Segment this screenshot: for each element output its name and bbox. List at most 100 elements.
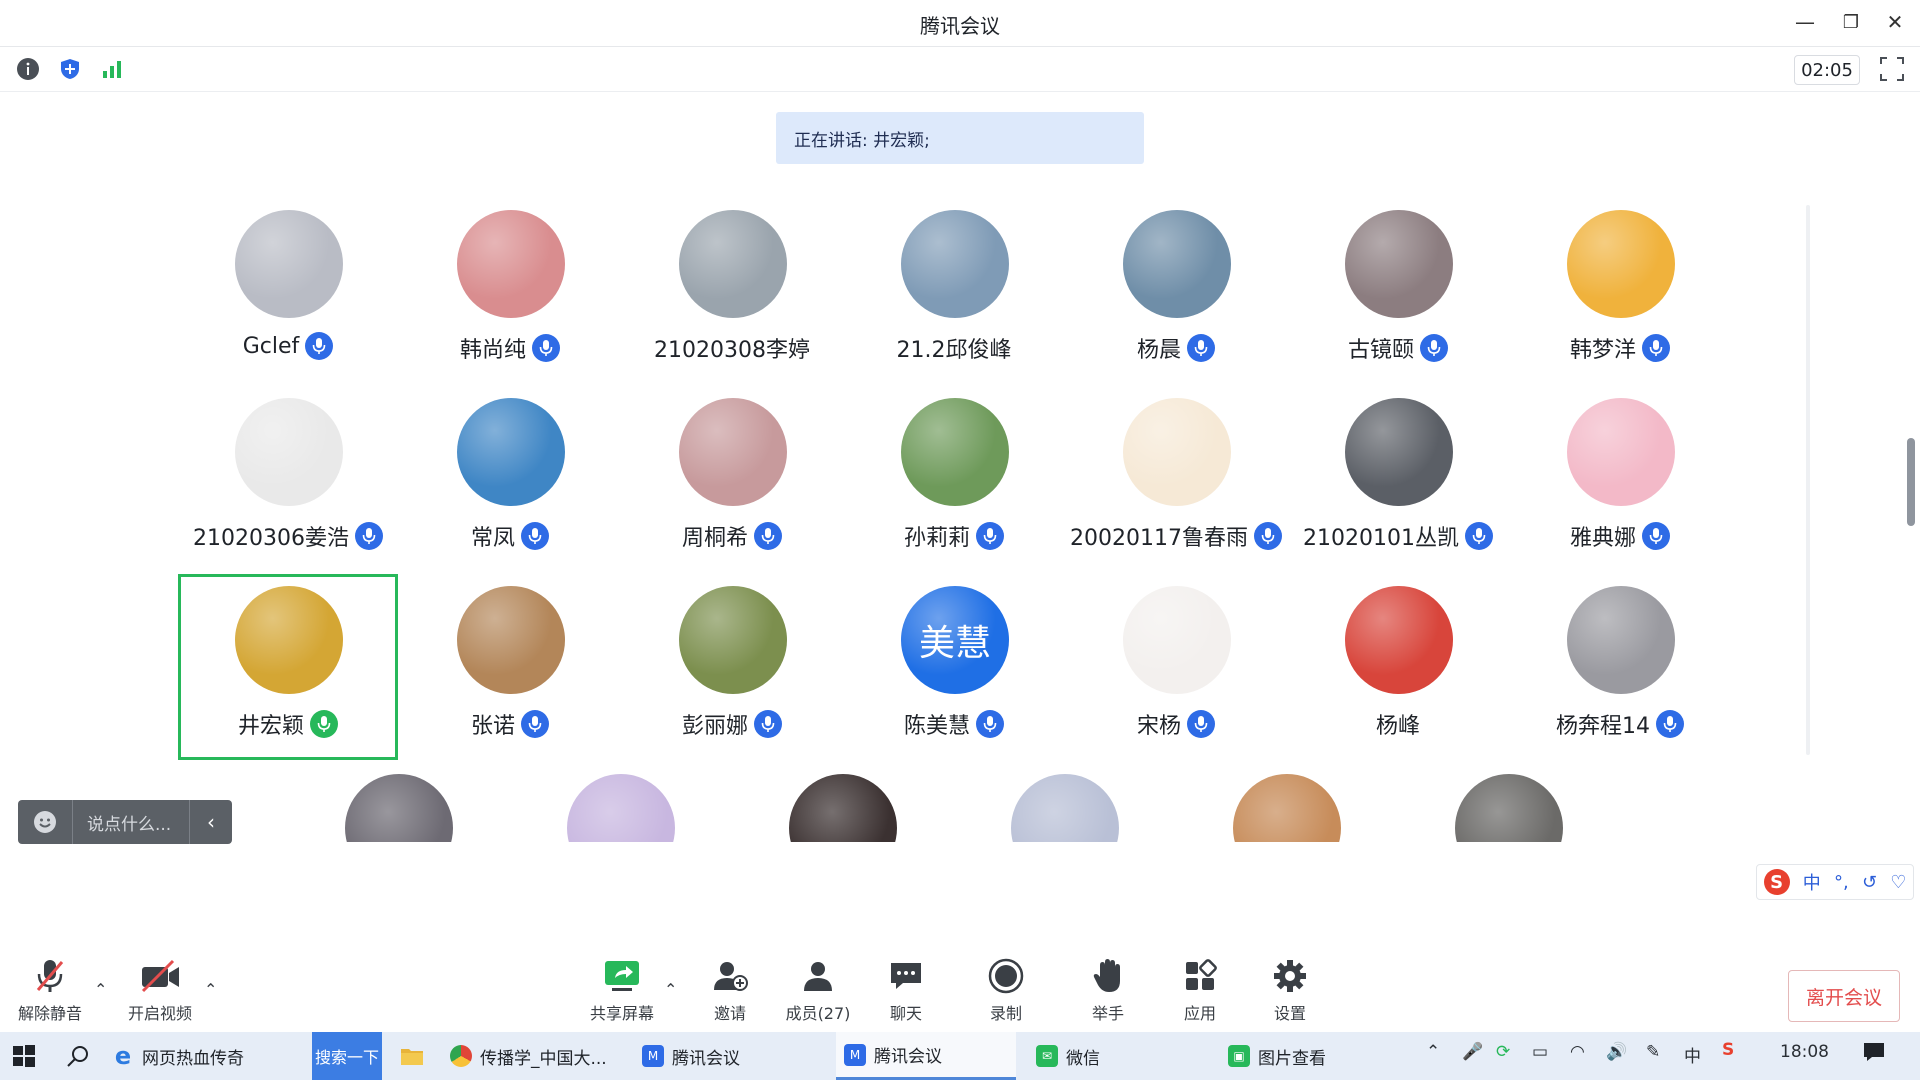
tray-wifi-icon[interactable]: ◠	[1570, 1042, 1585, 1062]
participant-tile[interactable]: 杨奔程14	[1510, 586, 1730, 772]
participant-tile[interactable]: 杨峰	[1288, 586, 1508, 772]
invite-button[interactable]: 邀请	[680, 954, 780, 1024]
taskbar-search-button[interactable]: 搜索一下	[312, 1032, 382, 1080]
ime-punctuation-toggle[interactable]: °,	[1834, 872, 1849, 893]
taskbar-item-tencent-meeting-2[interactable]: M 腾讯会议	[836, 1032, 1016, 1080]
taskbar-item-tencent-meeting-1[interactable]: M 腾讯会议	[642, 1032, 822, 1080]
members-button[interactable]: 成员(27)	[768, 954, 868, 1024]
tray-pen-icon[interactable]: ✎	[1646, 1042, 1660, 1062]
ime-lang-toggle[interactable]: 中	[1803, 869, 1821, 895]
participant-avatar	[1567, 210, 1675, 318]
tray-mic-icon[interactable]: 🎤	[1462, 1042, 1483, 1062]
participant-tile[interactable]: 古镜颐	[1288, 210, 1508, 396]
chat-input-bar[interactable]: 说点什么... ‹	[18, 800, 232, 844]
participant-tile[interactable]: 20020117鲁春雨	[1066, 398, 1286, 584]
participant-name: 孙莉莉	[903, 526, 970, 551]
participant-name-row: 孙莉莉	[844, 520, 1064, 552]
notification-center-icon[interactable]	[1862, 1040, 1886, 1069]
mic-muted-icon	[32, 954, 68, 998]
participant-tile[interactable]: 杨晨	[1066, 210, 1286, 396]
participant-name: 21020101丛凯	[1303, 526, 1459, 551]
unmute-button[interactable]: 解除静音	[0, 954, 100, 1024]
mic-status-icon	[754, 710, 782, 738]
taskbar-meeting-label-1: 腾讯会议	[672, 1048, 740, 1069]
tray-sogou-icon[interactable]: S	[1722, 1040, 1734, 1060]
start-video-button[interactable]: 开启视频	[110, 954, 210, 1024]
taskbar-item-browser[interactable]: e 网页热血传奇	[112, 1032, 308, 1080]
ime-toolbar[interactable]: S 中 °, ↺ ♡	[1756, 864, 1914, 900]
members-label: 成员(27)	[785, 1004, 851, 1023]
taskbar-item-wechat[interactable]: ✉ 微信	[1036, 1032, 1216, 1080]
ime-undo-icon[interactable]: ↺	[1862, 872, 1877, 893]
participant-tile[interactable]: 21020101丛凯	[1288, 398, 1508, 584]
mic-status-icon	[310, 710, 338, 738]
participant-avatar	[679, 586, 787, 694]
participant-tile[interactable]: Gclef	[178, 210, 398, 396]
mic-status-icon	[976, 710, 1004, 738]
close-button[interactable]: ✕	[1878, 8, 1912, 36]
tray-ime-icon[interactable]: 中	[1684, 1042, 1701, 1067]
mic-status-icon	[1642, 522, 1670, 550]
participant-tile[interactable]: 孙莉莉	[844, 398, 1064, 584]
participant-tile[interactable]: 彭丽娜	[622, 586, 842, 772]
mic-status-icon	[305, 332, 334, 360]
taskbar-item-image-viewer[interactable]: ▣ 图片查看	[1228, 1032, 1408, 1080]
participant-tile[interactable]: 张诺	[400, 586, 620, 772]
emoji-icon[interactable]	[18, 800, 73, 844]
tray-battery-icon[interactable]: ▭	[1532, 1042, 1548, 1062]
grid-scroll-track	[1806, 205, 1810, 755]
participant-tile[interactable]: 周桐希	[622, 398, 842, 584]
participant-tile[interactable]: 美慧 陈美慧	[844, 586, 1064, 772]
collapse-chat-button[interactable]: ‹	[189, 800, 232, 844]
vertical-scrollbar[interactable]	[1907, 438, 1915, 526]
tray-chevron-up-icon[interactable]: ⌃	[1426, 1042, 1440, 1062]
participant-avatar	[901, 210, 1009, 318]
participant-tile[interactable]: 常凤	[400, 398, 620, 584]
security-shield-icon[interactable]	[56, 55, 84, 83]
minimize-button[interactable]: —	[1788, 8, 1822, 36]
taskbar-clock: 18:08	[1780, 1042, 1829, 1062]
search-icon[interactable]	[66, 1032, 90, 1080]
share-screen-button[interactable]: 共享屏幕	[572, 954, 672, 1024]
taskbar-meeting-label-2: 腾讯会议	[874, 1047, 942, 1067]
participant-tile[interactable]: 韩梦洋	[1510, 210, 1730, 396]
windows-start-icon[interactable]	[12, 1032, 36, 1080]
video-options-chevron-icon[interactable]: ⌃	[204, 980, 217, 999]
fullscreen-icon[interactable]	[1878, 55, 1906, 83]
audio-options-chevron-icon[interactable]: ⌃	[94, 980, 107, 999]
signal-bars-icon[interactable]	[98, 55, 126, 83]
window-title: 腾讯会议	[920, 14, 1000, 38]
participant-tile[interactable]: 井宏颖	[178, 574, 398, 760]
raise-hand-button[interactable]: 举手	[1058, 954, 1158, 1024]
participant-tile[interactable]: 宋杨	[1066, 586, 1286, 772]
participant-name: 韩梦洋	[1569, 338, 1636, 363]
apps-button[interactable]: 应用	[1150, 954, 1250, 1024]
restore-button[interactable]: ❐	[1834, 8, 1868, 36]
ime-skin-icon[interactable]: ♡	[1890, 872, 1906, 893]
chat-input-placeholder[interactable]: 说点什么...	[73, 810, 189, 835]
record-button[interactable]: 录制	[956, 954, 1056, 1024]
participant-name-row: 井宏颖	[181, 708, 395, 740]
chat-bubble-icon	[887, 954, 925, 998]
file-explorer-icon[interactable]	[400, 1032, 424, 1080]
participant-name: 杨奔程14	[1556, 714, 1650, 739]
tray-volume-icon[interactable]: 🔊	[1606, 1042, 1627, 1062]
info-icon[interactable]	[14, 55, 42, 83]
participant-name: 韩尚纯	[459, 338, 526, 363]
participant-tile[interactable]: 雅典娜	[1510, 398, 1730, 584]
share-options-chevron-icon[interactable]: ⌃	[664, 980, 677, 999]
participant-name: 21020308李婷	[654, 338, 810, 363]
leave-meeting-button[interactable]: 离开会议	[1788, 970, 1900, 1022]
participant-tile[interactable]: 21020306姜浩	[178, 398, 398, 584]
raise-hand-label: 举手	[1091, 1004, 1124, 1023]
participant-tile[interactable]: 21020308李婷	[622, 210, 842, 396]
participant-tile[interactable]: 韩尚纯	[400, 210, 620, 396]
participant-name-row: 雅典娜	[1510, 520, 1730, 552]
participant-name-row: 21020308李婷	[622, 332, 842, 364]
settings-button[interactable]: 设置	[1240, 954, 1340, 1024]
participant-tile[interactable]: 21.2邱俊峰	[844, 210, 1064, 396]
share-screen-label: 共享屏幕	[589, 1004, 654, 1023]
chat-button[interactable]: 聊天	[856, 954, 956, 1024]
taskbar-item-chrome[interactable]: 传播学_中国大...	[450, 1032, 630, 1080]
tray-sync-icon[interactable]: ⟳	[1496, 1042, 1510, 1062]
